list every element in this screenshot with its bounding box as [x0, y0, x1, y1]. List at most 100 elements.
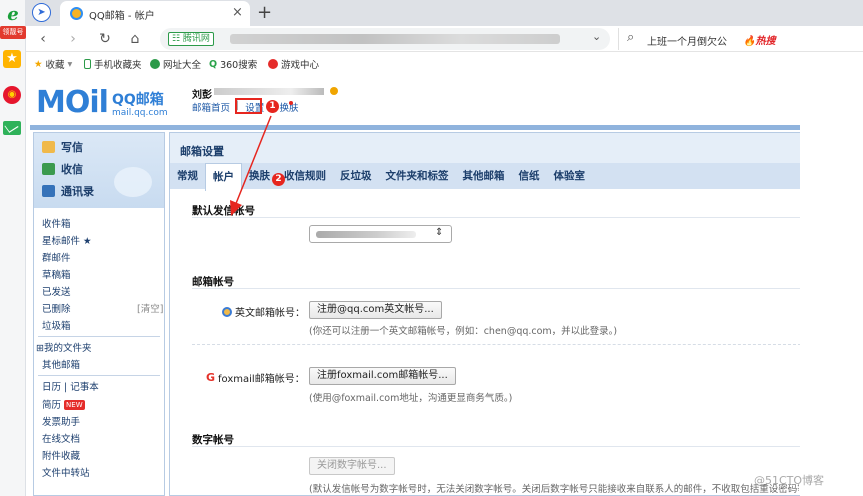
tab-stationery[interactable]: 信纸 [512, 163, 547, 189]
digital-account-heading: 数字帐号 [192, 434, 234, 446]
bookmark-directory[interactable]: 网址大全 [150, 57, 201, 71]
online-docs-link[interactable]: 在线文档 [42, 431, 80, 445]
folder-drafts[interactable]: 草稿箱 [42, 267, 71, 281]
reload-button[interactable]: ↻ [96, 30, 114, 48]
contacts-button[interactable]: 通讯录 [42, 183, 94, 199]
browser-side-rail: e 领靓号 ★ ◉ [0, 0, 26, 496]
forward-button[interactable]: › [64, 30, 82, 48]
search-text: 上班一个月倒欠公 [647, 37, 727, 48]
foxmail-hint: (使用@foxmail.com地址，沟通更显商务气质。) [309, 393, 513, 404]
foxmail-account-label: G foxmail邮箱帐号： [206, 371, 305, 385]
tab-antispam[interactable]: 反垃圾 [333, 163, 379, 189]
home-button[interactable]: ⌂ [126, 30, 144, 48]
folder-sent[interactable]: 已发送 [42, 284, 71, 298]
penguin-icon [114, 167, 152, 197]
folder-inbox[interactable]: 收件箱 [42, 216, 71, 230]
annotation-arrow [230, 115, 272, 216]
tab-rules[interactable]: 收信规则 [277, 163, 333, 189]
selected-account-redacted [316, 231, 416, 238]
qq-icon [222, 306, 232, 317]
tab-labs[interactable]: 体验室 [547, 163, 593, 189]
my-folders[interactable]: ⊞我的文件夹 [36, 340, 91, 354]
globe-icon [150, 59, 160, 69]
chevron-down-icon[interactable]: ⌄ [592, 30, 601, 43]
other-mailboxes[interactable]: 其他邮箱 [42, 357, 80, 371]
empty-trash-link[interactable]: [清空] [137, 301, 163, 315]
ie-logo-icon[interactable]: e [2, 4, 24, 26]
tab-close-icon[interactable]: × [232, 5, 243, 20]
resume-link[interactable]: 简历 NEW [42, 397, 85, 411]
compose-button[interactable]: 写信 [42, 139, 83, 155]
user-email-redacted [214, 88, 324, 95]
bookmark-mobile[interactable]: 手机收藏夹 [84, 57, 142, 71]
close-digital-account-button[interactable]: 关闭数字帐号... [309, 457, 395, 475]
default-sender-select[interactable]: ⇕ [309, 225, 452, 243]
page-title: 邮箱设置 [180, 145, 224, 158]
digital-account-hint: (默认发信帐号为数字帐号时，无法关闭数字帐号。关闭后数字帐号只能接收来自联系人的… [309, 484, 799, 495]
sidebar: 写信 收信 通讯录 收件箱 星标邮件 ★ 群邮件 草稿箱 已发送 已删除 [清空… [33, 132, 165, 496]
qqmail-favicon-icon [70, 7, 83, 20]
section-divider [192, 288, 801, 289]
tab-general[interactable]: 常规 [170, 163, 205, 189]
search-box[interactable]: ⌕ 上班一个月倒欠公 🔥热搜 [618, 28, 808, 50]
new-dot-icon [289, 101, 293, 105]
sidebar-actions: 写信 收信 通讯录 [34, 133, 164, 208]
vip-status-icon[interactable] [330, 87, 338, 95]
file-transfer-link[interactable]: 文件中转站 [42, 465, 90, 479]
english-account-label: 英文邮箱帐号： [222, 304, 305, 319]
bookmark-360search[interactable]: Q 360搜索 [209, 57, 257, 72]
dashed-divider [192, 344, 801, 345]
game-icon [268, 59, 278, 69]
new-tab-button[interactable]: + [257, 2, 272, 23]
logo-text: MOil [36, 85, 109, 120]
section-divider [192, 446, 801, 447]
qqmail-logo[interactable]: MOil QQ邮箱 mail.qq.com [36, 84, 168, 120]
sidebar-divider [38, 336, 160, 337]
folder-deleted[interactable]: 已删除 [42, 301, 71, 315]
qqmail-page: MOil QQ邮箱 mail.qq.com 刘彭 邮箱首页 | 设置 | 换肤 … [26, 76, 801, 496]
invoice-assistant-link[interactable]: 发票助手 [42, 414, 80, 428]
360-search-icon: Q [209, 58, 218, 70]
inbox-button[interactable]: 收信 [42, 161, 83, 177]
register-foxmail-button[interactable]: 注册foxmail.com邮箱帐号... [309, 367, 456, 385]
hot-search-badge[interactable]: 🔥热搜 [743, 32, 775, 47]
back-button[interactable]: ‹ [34, 30, 52, 48]
browser-nav-icon[interactable]: ➤ [32, 3, 51, 22]
mail-accounts-heading: 邮箱帐号 [192, 276, 234, 288]
sidebar-divider [38, 375, 160, 376]
header-divider [30, 125, 800, 130]
right-margin [800, 76, 863, 496]
site-badge: ☷ 腾讯网 [168, 32, 214, 46]
phone-icon [84, 59, 91, 69]
section-divider [192, 217, 801, 218]
bookmark-games[interactable]: 游戏中心 [268, 57, 319, 71]
address-bar[interactable]: ☷ 腾讯网 ⌄ [160, 28, 610, 50]
watermark: @51CTO博客 [754, 474, 825, 487]
folder-spam[interactable]: 垃圾箱 [42, 318, 71, 332]
tab-title: QQ邮箱 - 帐户 [89, 11, 155, 22]
tab-folders-labels[interactable]: 文件夹和标签 [379, 163, 456, 189]
chevron-down-icon: ▾ [67, 58, 73, 70]
logo-domain: mail.qq.com [111, 108, 168, 118]
mail-icon[interactable] [3, 121, 21, 135]
weibo-icon[interactable]: ◉ [3, 86, 21, 104]
user-name: 刘彭 [192, 90, 212, 101]
download-icon [42, 163, 55, 175]
folder-group[interactable]: 群邮件 [42, 250, 71, 264]
attachments-link[interactable]: 附件收藏 [42, 448, 80, 462]
favorites-star-icon[interactable]: ★ [3, 50, 21, 68]
calendar-notes-link[interactable]: 日历 | 记事本 [42, 379, 99, 393]
search-icon: ⌕ [627, 30, 635, 45]
english-account-hint: (你还可以注册一个英文邮箱帐号，例如：chen@qq.com，并以此登录。) [309, 326, 618, 337]
folder-starred[interactable]: 星标邮件 ★ [42, 233, 92, 247]
bookmark-favorites[interactable]: ★ 收藏 ▾ [34, 57, 73, 72]
register-english-account-button[interactable]: 注册@qq.com英文帐号... [309, 301, 442, 319]
browser-tab[interactable]: QQ邮箱 - 帐户 × [60, 1, 250, 26]
star-icon: ★ [34, 58, 43, 70]
tab-other-mailboxes[interactable]: 其他邮箱 [456, 163, 512, 189]
rail-badge[interactable]: 领靓号 [0, 26, 26, 39]
bookmarks-bar: ★ 收藏 ▾ 手机收藏夹 网址大全 Q 360搜索 游戏中心 [26, 52, 863, 76]
foxmail-icon: G [206, 371, 216, 384]
browser-toolbar: ‹ › ↻ ⌂ ☷ 腾讯网 ⌄ ⌕ 上班一个月倒欠公 🔥热搜 [26, 26, 863, 52]
pencil-icon [42, 141, 55, 153]
